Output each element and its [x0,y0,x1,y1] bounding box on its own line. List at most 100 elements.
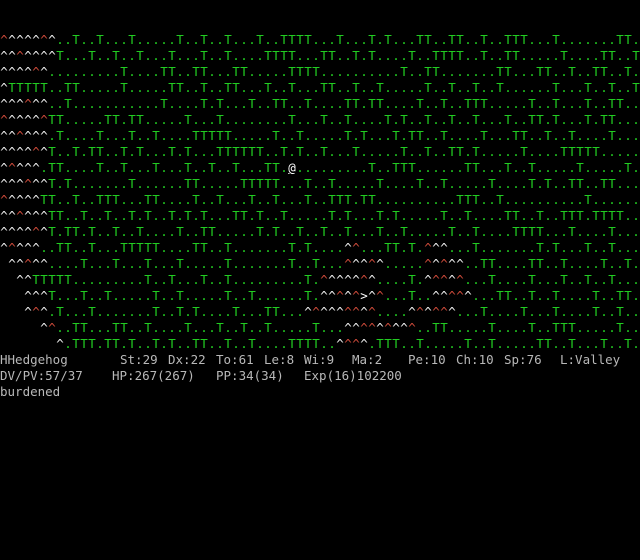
grass-tile: . [456,96,464,111]
grass-tile: . [456,128,464,143]
tree-tile: T [408,240,416,255]
grass-tile: . [168,256,176,271]
mountain-tile: ^ [24,224,32,239]
grass-tile: . [232,272,240,287]
stairs-down-tile[interactable]: > [360,288,368,304]
tree-tile: T [456,48,464,63]
grass-tile: . [152,272,160,287]
grass-tile: . [64,192,72,207]
grass-tile: . [160,80,168,95]
grass-tile: . [568,32,576,47]
grass-tile: . [360,48,368,63]
tree-tile: T [344,224,352,239]
grass-tile: . [576,224,584,239]
grass-tile: . [520,176,528,191]
grass-tile: . [176,320,184,335]
grass-tile: . [400,96,408,111]
grass-tile: . [192,288,200,303]
grass-tile: . [560,176,568,191]
grass-tile: . [232,112,240,127]
tree-tile: T [72,336,80,351]
grass-tile: . [480,224,488,239]
grass-tile: . [504,272,512,287]
mountain-tile: ^ [8,160,16,175]
tree-tile: T [144,272,152,287]
mountain-tile: ^ [16,96,24,111]
grass-tile: . [632,336,640,351]
tree-tile: T [560,320,568,335]
tree-tile: T [328,192,336,207]
tree-tile: T [576,144,584,159]
grass-tile: . [104,176,112,191]
tree-tile: T [56,112,64,127]
grass-tile: . [232,96,240,111]
player-character[interactable]: @ [288,160,296,176]
overworld-map[interactable]: ^ ^ ^ ^ ^ ^ ^.. T.. T... T..... T.. T.. T... T.. T T T T.… [0,32,640,352]
grass-tile: . [288,224,296,239]
grass-tile: . [160,256,168,271]
tree-tile: T [224,240,232,255]
tree-tile: T [128,112,136,127]
tree-tile: T [328,48,336,63]
grass-tile: . [48,304,56,319]
grass-tile: . [296,176,304,191]
grass-tile: . [328,224,336,239]
grass-tile: . [576,128,584,143]
tree-tile: T [56,208,64,223]
tree-tile: T [200,80,208,95]
grass-tile: . [552,224,560,239]
grass-tile: . [296,112,304,127]
grass-tile: . [184,224,192,239]
grass-tile: . [400,208,408,223]
grass-tile: . [496,224,504,239]
grass-tile: . [288,128,296,143]
tree-tile: T [216,144,224,159]
grass-tile: . [584,336,592,351]
grass-tile: . [408,224,416,239]
tree-tile: T [48,112,56,127]
grass-tile: . [152,144,160,159]
mountain-tile: ^ [360,256,368,271]
grass-tile: . [512,160,520,175]
grass-tile: . [296,304,304,319]
tree-tile: T [64,96,72,111]
grass-tile: . [192,144,200,159]
grass-tile: . [608,320,616,335]
grass-tile: . [64,304,72,319]
mountain-tile: ^ [424,240,432,255]
tree-tile: T [144,208,152,223]
grass-tile: . [416,240,424,255]
tree-tile: T [224,288,232,303]
grass-tile: . [584,256,592,271]
learning-stat: Le:8 [264,352,295,367]
tree-tile: T [592,288,600,303]
tree-tile: T [536,336,544,351]
mountain-tile: ^ [344,320,352,335]
grass-tile: . [64,128,72,143]
grass-tile: . [120,208,128,223]
tree-tile: T [632,80,640,95]
grass-tile: . [368,176,376,191]
grass-tile: . [72,208,80,223]
tree-tile: T [176,304,184,319]
grass-tile: . [376,64,384,79]
grass-tile: . [520,256,528,271]
grass-tile: . [632,240,640,255]
mountain-tile: ^ [368,256,376,271]
grass-tile: . [568,160,576,175]
grass-tile: . [280,320,288,335]
mountain-tile: ^ [432,304,440,319]
grass-tile: . [152,320,160,335]
grass-tile: . [200,144,208,159]
mountain-tile: ^ [40,320,48,335]
grass-tile: . [296,240,304,255]
grass-tile: . [240,304,248,319]
grass-tile: . [256,128,264,143]
grass-tile: . [376,32,384,47]
tree-tile: T [72,80,80,95]
tree-tile: T [248,176,256,191]
grass-tile: . [216,272,224,287]
mountain-tile: ^ [8,224,16,239]
grass-tile: . [240,160,248,175]
grass-tile: . [120,32,128,47]
